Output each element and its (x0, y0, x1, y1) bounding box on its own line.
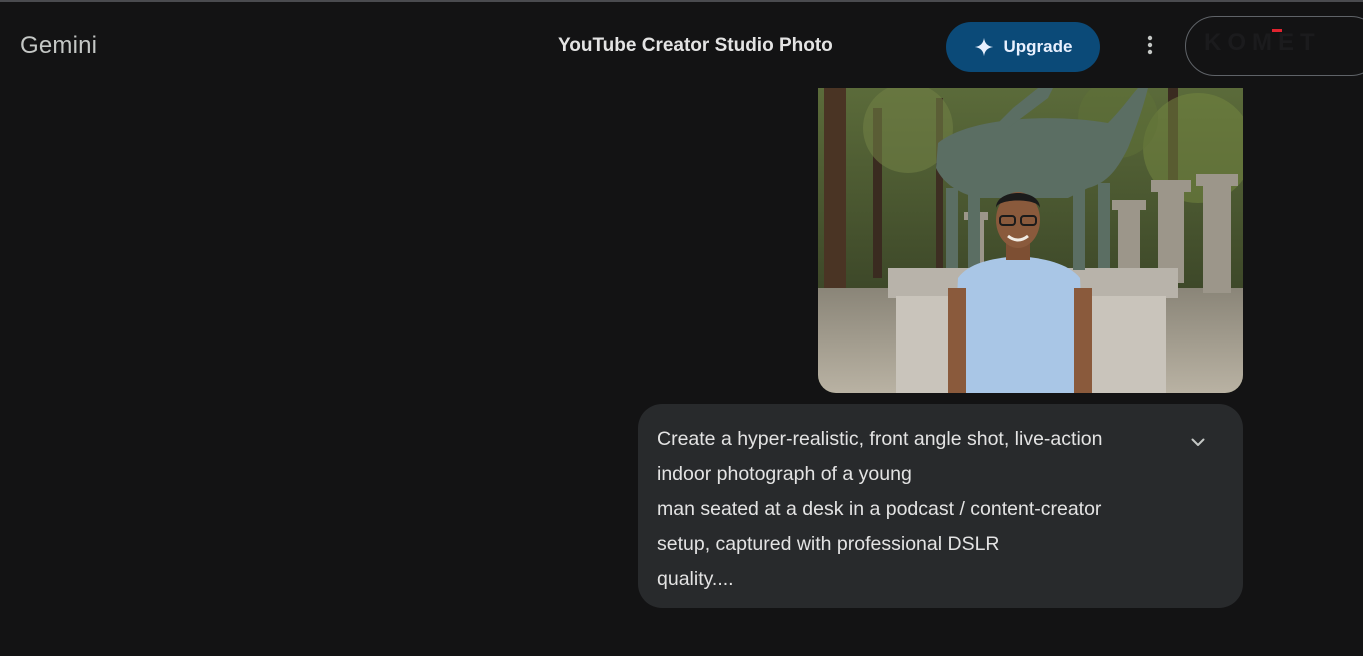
upgrade-label: Upgrade (1003, 37, 1073, 56)
uploaded-photo[interactable] (818, 88, 1243, 393)
prompt-text-line-5: quality.... (657, 568, 734, 590)
more-vert-icon (1147, 35, 1153, 60)
chevron-down-icon (1191, 434, 1205, 452)
chat-title[interactable]: YouTube Creator Studio Photo (558, 35, 833, 57)
prompt-text-line-3: man seated at a desk in a podcast / cont… (657, 498, 1102, 520)
top-border (0, 0, 1363, 2)
user-prompt-bubble: Create a hyper-realistic, front angle sh… (638, 404, 1243, 608)
upgrade-button[interactable]: Upgrade (946, 22, 1100, 72)
prompt-text-line-1: Create a hyper-realistic, front angle sh… (657, 428, 1103, 450)
account-switcher[interactable]: KOMET (1185, 16, 1363, 76)
prompt-text-line-2: indoor photograph of a young (657, 463, 912, 485)
account-logo: KOMET (1204, 29, 1321, 56)
sparkle-icon (974, 37, 994, 57)
more-options-button[interactable] (1133, 30, 1167, 64)
account-logo-accent (1272, 29, 1282, 32)
uploaded-photo-image (818, 88, 1243, 393)
app-brand[interactable]: Gemini (20, 32, 97, 60)
prompt-text-line-4: setup, captured with professional DSLR (657, 533, 1000, 555)
expand-prompt-button[interactable] (1185, 430, 1211, 456)
